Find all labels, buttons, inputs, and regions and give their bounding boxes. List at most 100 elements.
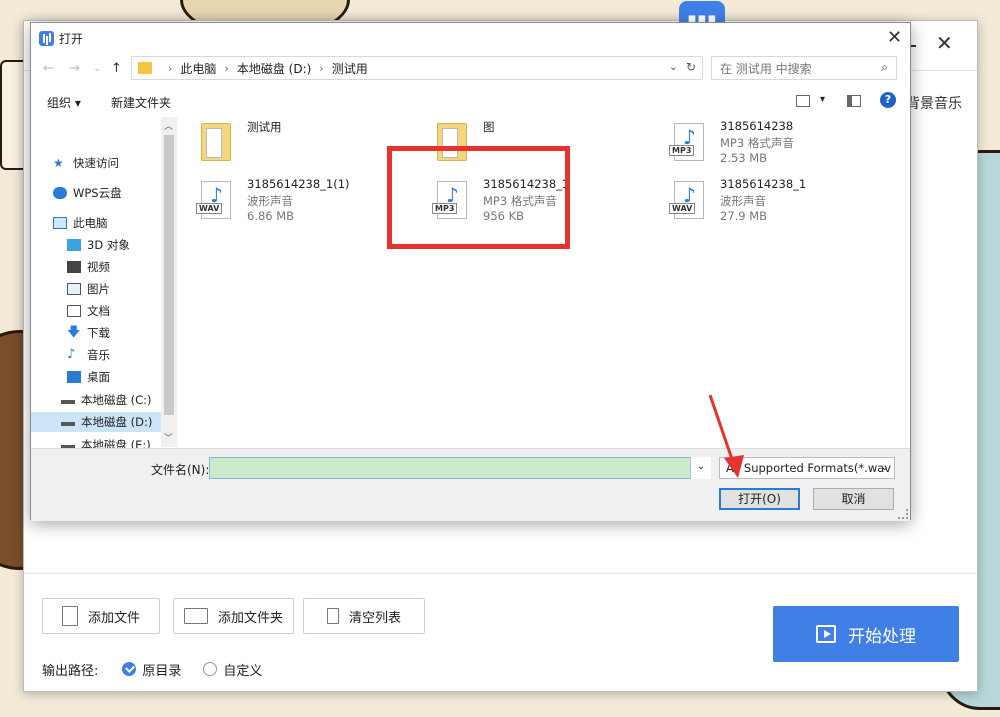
divider	[24, 573, 977, 574]
file-type-filter[interactable]: All Supported Formats(*.wav ⌄	[719, 457, 895, 479]
download-icon: 🡇	[67, 325, 81, 340]
sidebar-item-wps-cloud[interactable]: WPS云盘	[53, 183, 122, 203]
music-icon: ♪	[67, 347, 76, 362]
scroll-up-icon[interactable]: ︿	[164, 119, 173, 132]
clear-list-button[interactable]: 清空列表	[303, 598, 425, 634]
filename-input[interactable]	[209, 457, 711, 479]
recent-dropdown-icon[interactable]: ⌄	[93, 63, 101, 74]
file-item[interactable]: WAV 3185614238_1 波形声音 27.9 MB	[650, 175, 876, 229]
wav-file-icon: WAV	[196, 181, 231, 219]
breadcrumb-this-pc[interactable]: 此电脑	[180, 60, 216, 77]
up-arrow-icon[interactable]: ↑	[111, 61, 122, 76]
search-icon[interactable]: ⌕	[881, 60, 888, 75]
file-name: 3185614238_1(1)	[247, 177, 350, 191]
sidebar-scrollbar[interactable]: ︿ ﹀	[161, 117, 177, 447]
cancel-button[interactable]: 取消	[813, 488, 894, 510]
add-file-button[interactable]: 添加文件	[42, 598, 160, 634]
close-icon[interactable]: ✕	[936, 33, 953, 53]
sidebar-item-label: 本地磁盘 (C:)	[81, 393, 152, 407]
background-music-label[interactable]: 背景音乐	[906, 93, 962, 113]
dialog-close-icon[interactable]: ✕	[887, 27, 902, 48]
view-options-icon[interactable]	[796, 95, 810, 107]
preview-pane-icon[interactable]	[847, 95, 861, 107]
new-folder-button[interactable]: 新建文件夹	[111, 94, 171, 111]
open-file-dialog: 打开 ✕ ← → ⌄ ↑ › 此电脑 › 本地磁盘 (D:) › 测试用 ⌄ ↻…	[30, 22, 911, 521]
chevron-right-icon: ›	[319, 61, 324, 75]
folder-icon	[201, 123, 231, 161]
folder-add-icon	[183, 608, 208, 624]
breadcrumb-test-folder[interactable]: 测试用	[332, 60, 368, 77]
filename-dropdown-icon[interactable]: ⌄	[690, 457, 711, 479]
start-processing-button[interactable]: 开始处理	[773, 606, 959, 662]
sidebar-item-label: WPS云盘	[73, 186, 122, 200]
add-file-label: 添加文件	[87, 610, 140, 626]
resize-grip-icon[interactable]	[898, 509, 908, 519]
original-dir-radio[interactable]	[122, 662, 137, 676]
sidebar-item-pictures[interactable]: 图片	[67, 279, 110, 299]
open-button[interactable]: 打开(O)	[719, 488, 800, 510]
dialog-title: 打开	[59, 32, 84, 46]
file-item[interactable]: WAV 3185614238_1(1) 波形声音 6.86 MB	[177, 175, 403, 229]
sidebar-item-label: 3D 对象	[87, 238, 130, 252]
cloud-icon	[53, 187, 67, 199]
file-add-icon	[61, 606, 78, 626]
search-input[interactable]: 在 测试用 中搜索 ⌕	[711, 56, 897, 80]
back-arrow-icon[interactable]: ←	[43, 61, 54, 76]
file-name: 测试用	[247, 120, 282, 134]
filename-label: 文件名(N):	[151, 463, 210, 477]
document-icon	[67, 305, 81, 317]
dialog-toolbar: 组织 ▾ 新建文件夹 ▾ ?	[31, 86, 910, 116]
sidebar-item-music[interactable]: ♪ 音乐	[67, 345, 110, 365]
file-item[interactable]: MP3 3185614238 MP3 格式声音 2.53 MB	[650, 117, 876, 171]
sidebar-item-3d-objects[interactable]: 3D 对象	[67, 235, 130, 255]
drive-icon	[61, 396, 75, 404]
output-path-label: 输出路径:	[42, 663, 99, 679]
breadcrumb-drive-d[interactable]: 本地磁盘 (D:)	[237, 60, 311, 77]
sidebar-item-drive-c[interactable]: 本地磁盘 (C:)	[61, 390, 152, 410]
clear-list-label: 清空列表	[348, 610, 401, 626]
search-placeholder: 在 测试用 中搜索	[720, 61, 812, 76]
original-dir-label[interactable]: 原目录	[142, 660, 181, 679]
picture-icon	[67, 283, 81, 295]
sidebar-item-label: 音乐	[87, 348, 110, 362]
file-size: 6.86 MB	[247, 209, 295, 223]
sidebar-item-desktop[interactable]: 桌面	[67, 367, 110, 387]
file-name: 3185614238_1	[720, 177, 807, 191]
desktop-icon	[67, 371, 81, 383]
sidebar-item-downloads[interactable]: 🡇 下载	[67, 323, 110, 343]
view-dropdown-icon[interactable]: ▾	[820, 94, 825, 105]
forward-arrow-icon[interactable]: →	[69, 61, 80, 76]
sidebar-item-quick-access[interactable]: ★ 快速访问	[53, 153, 119, 173]
sidebar-item-this-pc[interactable]: 此电脑	[53, 213, 108, 233]
file-size: 2.53 MB	[720, 151, 768, 165]
dialog-titlebar: 打开 ✕	[31, 23, 910, 53]
wav-file-icon: WAV	[669, 181, 704, 219]
folder-icon	[138, 62, 152, 74]
refresh-icon[interactable]: ↻	[686, 60, 696, 74]
chevron-right-icon: ›	[168, 61, 173, 75]
scrollbar-thumb[interactable]	[164, 135, 174, 415]
file-item[interactable]: 测试用	[177, 117, 403, 171]
sidebar-item-videos[interactable]: 视频	[67, 257, 110, 277]
sidebar-item-drive-d[interactable]: 本地磁盘 (D:)	[31, 412, 175, 432]
help-icon[interactable]: ?	[880, 92, 896, 108]
file-type: MP3 格式声音	[720, 136, 794, 150]
chevron-down-icon: ⌄	[880, 462, 889, 473]
add-folder-label: 添加文件夹	[217, 610, 283, 626]
output-path-row: 输出路径: 原目录 自定义	[42, 659, 262, 679]
organize-menu[interactable]: 组织 ▾	[47, 94, 81, 111]
sidebar-item-documents[interactable]: 文档	[67, 301, 110, 321]
chevron-right-icon: ›	[224, 61, 229, 75]
sidebar-item-label: 本地磁盘 (D:)	[81, 415, 153, 429]
navigation-bar: ← → ⌄ ↑ › 此电脑 › 本地磁盘 (D:) › 测试用 ⌄ ↻ 在 测试…	[31, 55, 910, 83]
address-dropdown-icon[interactable]: ⌄	[669, 60, 678, 73]
sidebar-item-label: 文档	[87, 304, 110, 318]
cube-icon	[67, 239, 81, 251]
custom-dir-label[interactable]: 自定义	[223, 660, 262, 679]
scroll-down-icon[interactable]: ﹀	[164, 431, 173, 444]
address-bar[interactable]: › 此电脑 › 本地磁盘 (D:) › 测试用 ⌄ ↻	[131, 56, 703, 80]
computer-icon	[53, 217, 67, 229]
custom-dir-radio[interactable]	[203, 662, 218, 676]
file-type-filter-value: All Supported Formats(*.wav	[726, 461, 892, 475]
add-folder-button[interactable]: 添加文件夹	[173, 598, 294, 634]
